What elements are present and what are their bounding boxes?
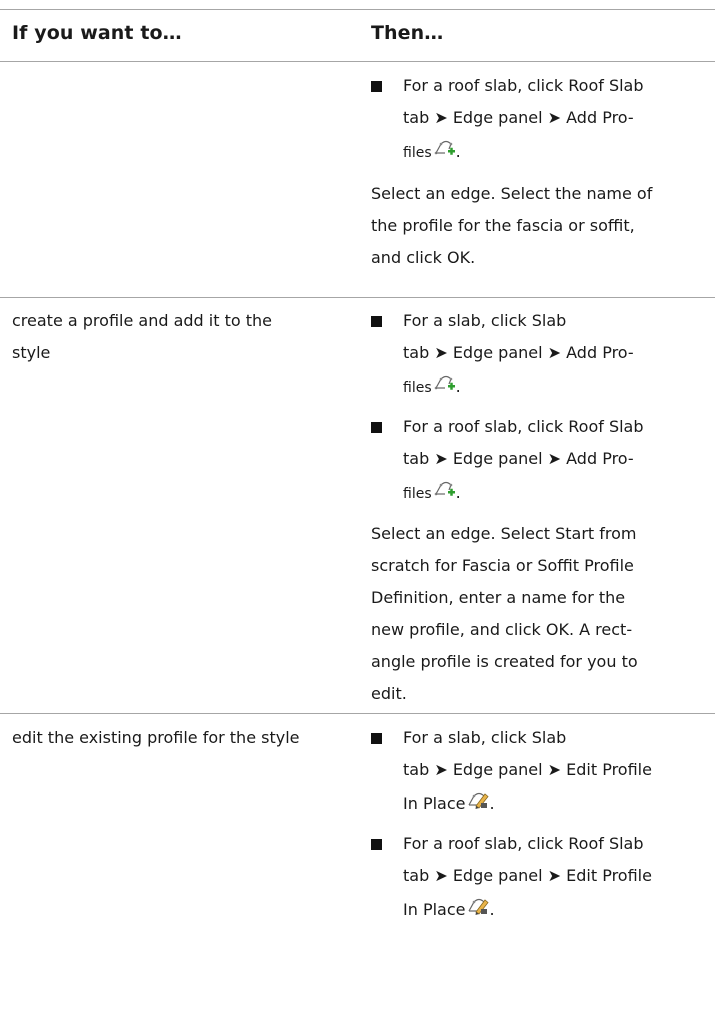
item-line: files. xyxy=(403,369,706,406)
list-item: For a slab, click Slab tab ➤ Edge panel … xyxy=(371,722,706,822)
left-line: create a profile and add it to the xyxy=(12,311,272,330)
item-line-text: files xyxy=(403,380,432,396)
add-profile-icon xyxy=(434,477,456,499)
item-line-text: files xyxy=(403,486,432,502)
item-line: tab ➤ Edge panel ➤ Edit Profile xyxy=(403,866,652,885)
paragraph: Select an edge. Select the name of the p… xyxy=(371,178,706,274)
item-line: For a roof slab, click Roof Slab xyxy=(403,76,644,95)
bullet-icon xyxy=(371,733,382,744)
item-line: tab ➤ Edge panel ➤ Add Pro- xyxy=(403,449,634,468)
para-line: scratch for Fascia or Soffit Profile xyxy=(371,556,634,575)
edit-profile-in-place-icon xyxy=(467,894,490,916)
list-item: For a roof slab, click Roof Slab tab ➤ E… xyxy=(371,70,706,171)
para-line: Definition, enter a name for the xyxy=(371,588,626,607)
para-line: and click OK. xyxy=(371,248,476,267)
bullet-icon xyxy=(371,81,382,92)
para-line: angle profile is created for you to xyxy=(371,652,638,671)
row-rule xyxy=(0,713,715,714)
item-line: For a roof slab, click Roof Slab xyxy=(403,834,644,853)
header-then: Then… xyxy=(371,22,444,44)
item-line: tab ➤ Edge panel ➤ Add Pro- xyxy=(403,108,634,127)
item-line: In Place. xyxy=(403,786,706,822)
item-line: For a roof slab, click Roof Slab xyxy=(403,417,644,436)
bullet-icon xyxy=(371,422,382,433)
item-line-text: In Place xyxy=(403,900,466,919)
row-rule xyxy=(0,297,715,298)
bullet-icon xyxy=(371,839,382,850)
left-line: edit the existing profile for the style xyxy=(12,728,300,747)
item-line: For a slab, click Slab xyxy=(403,728,567,747)
row-left-cell: create a profile and add it to the style xyxy=(12,305,347,369)
item-line-text: files xyxy=(403,145,432,161)
item-line: In Place. xyxy=(403,892,706,928)
item-line: files. xyxy=(403,475,706,512)
bullet-icon xyxy=(371,316,382,327)
item-line: For a slab, click Slab xyxy=(403,311,567,330)
list-item: For a slab, click Slab tab ➤ Edge panel … xyxy=(371,305,706,406)
item-line: files. xyxy=(403,134,706,171)
item-line-text: In Place xyxy=(403,794,466,813)
para-line: new profile, and click OK. A rect- xyxy=(371,620,633,639)
para-line: Select an edge. Select Start from xyxy=(371,524,637,543)
item-line: tab ➤ Edge panel ➤ Add Pro- xyxy=(403,343,634,362)
table-top-rule xyxy=(0,9,715,10)
para-line: Select an edge. Select the name of xyxy=(371,184,653,203)
item-line: tab ➤ Edge panel ➤ Edit Profile xyxy=(403,760,652,779)
header-rule xyxy=(0,61,715,62)
add-profile-icon xyxy=(434,371,456,393)
edit-profile-in-place-icon xyxy=(467,788,490,810)
para-line: the profile for the fascia or soffit, xyxy=(371,216,635,235)
add-profile-icon xyxy=(434,136,456,158)
paragraph: Select an edge. Select Start from scratc… xyxy=(371,518,706,710)
row-left-cell: edit the existing profile for the style xyxy=(12,722,347,754)
header-if-you-want-to: If you want to… xyxy=(12,22,182,44)
list-item: For a roof slab, click Roof Slab tab ➤ E… xyxy=(371,411,706,512)
list-item: For a roof slab, click Roof Slab tab ➤ E… xyxy=(371,828,706,928)
para-line: edit. xyxy=(371,684,407,703)
left-line: style xyxy=(12,343,51,362)
